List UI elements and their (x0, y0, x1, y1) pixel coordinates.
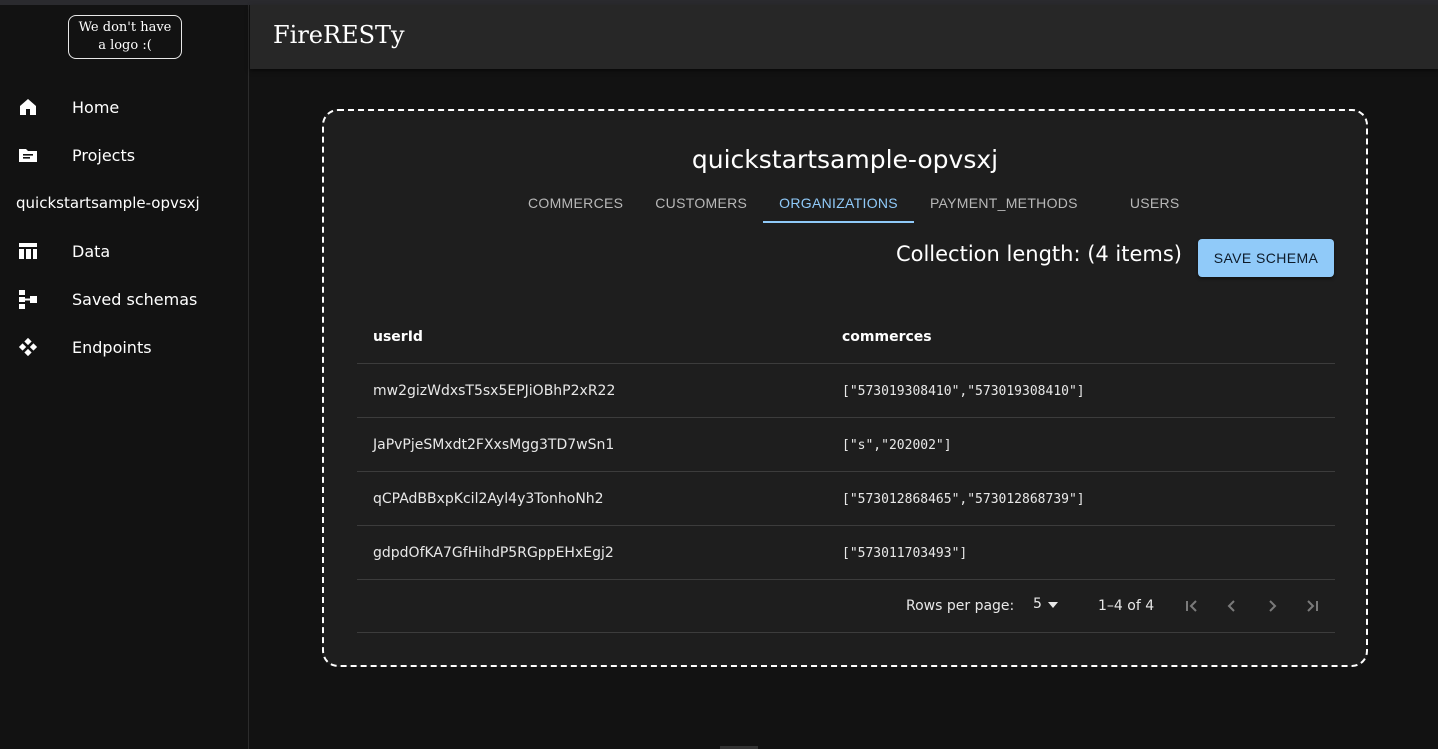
table-row[interactable]: qCPAdBBxpKcil2Ayl4y3TonhoNh2 ["573012868… (357, 472, 1335, 526)
sidebar-item-projects[interactable]: Projects (0, 131, 249, 179)
app-title: FireRESTy (273, 21, 405, 49)
cell-userid: JaPvPjeSMxdt2FXxsMgg3TD7wSn1 (373, 437, 615, 453)
cell-commerces: ["573019308410","573019308410"] (842, 383, 1085, 399)
collection-length: Collection length: (4 items) (895, 242, 1182, 266)
logo-line-1: We don't have (78, 20, 172, 35)
column-header-commerces[interactable]: commerces (842, 310, 932, 364)
cell-commerces: ["s","202002"] (842, 437, 952, 453)
first-page-icon[interactable] (1181, 595, 1203, 617)
table-pagination: Rows per page: 5 1–4 of 4 (357, 580, 1335, 633)
tab-payment-methods[interactable]: PAYMENT_METHODS (914, 183, 1094, 223)
tab-users[interactable]: USERS (1094, 183, 1196, 223)
column-header-userid[interactable]: userId (373, 310, 423, 364)
sidebar-item-saved-schemas[interactable]: Saved schemas (0, 275, 249, 323)
cell-userid: gdpdOfKA7GfHihdP5RGppEHxEgj2 (373, 545, 614, 561)
tab-organizations[interactable]: ORGANIZATIONS (763, 183, 914, 223)
caret-down-icon (1047, 596, 1058, 612)
sidebar-project-label: quickstartsample-opvsxj (16, 194, 200, 212)
sidebar-item-label: Data (72, 241, 111, 261)
last-page-icon[interactable] (1301, 595, 1323, 617)
sidebar-item-home[interactable]: Home (0, 83, 249, 131)
table-row[interactable]: mw2gizWdxsT5sx5EPJiOBhP2xR22 ["573019308… (357, 364, 1335, 418)
tab-commerces[interactable]: COMMERCES (512, 183, 639, 223)
page-title: quickstartsample-opvsxj (691, 145, 999, 174)
sidebar-item-endpoints[interactable]: Endpoints (0, 323, 249, 371)
rows-per-page-label: Rows per page: (906, 598, 1015, 614)
next-page-icon[interactable] (1261, 595, 1283, 617)
collection-tabs: COMMERCES CUSTOMERS ORGANIZATIONS PAYMEN… (512, 183, 1196, 223)
rows-per-page-value: 5 (1033, 596, 1042, 612)
logo-line-2: a logo :( (98, 38, 152, 53)
schema-icon (18, 289, 38, 309)
data-table: userId commerces mw2gizWdxsT5sx5EPJiOBhP… (357, 310, 1335, 633)
table-header-row: userId commerces (357, 310, 1335, 364)
home-icon (18, 97, 38, 117)
sidebar-item-current-project[interactable]: quickstartsample-opvsxj (0, 179, 249, 227)
folder-icon (18, 145, 38, 165)
save-schema-button[interactable]: SAVE SCHEMA (1198, 239, 1334, 277)
sidebar: We don't have a logo :( Home Projects qu… (0, 5, 249, 749)
cell-commerces: ["573012868465","573012868739"] (842, 491, 1085, 507)
table-row[interactable]: gdpdOfKA7GfHihdP5RGppEHxEgj2 ["573011703… (357, 526, 1335, 580)
sidebar-item-data[interactable]: Data (0, 227, 249, 275)
table-row[interactable]: JaPvPjeSMxdt2FXxsMgg3TD7wSn1 ["s","20200… (357, 418, 1335, 472)
rows-per-page-select[interactable]: 5 (1033, 596, 1058, 612)
sidebar-item-label: Projects (72, 145, 136, 165)
sidebar-item-label: Endpoints (72, 337, 152, 357)
cell-userid: mw2gizWdxsT5sx5EPJiOBhP2xR22 (373, 383, 616, 399)
collection-card: quickstartsample-opvsxj COMMERCES CUSTOM… (322, 109, 1368, 667)
sidebar-item-label: Home (72, 97, 120, 117)
pagination-range: 1–4 of 4 (1098, 598, 1155, 614)
app-header: FireRESTy (250, 5, 1438, 69)
cell-userid: qCPAdBBxpKcil2Ayl4y3TonhoNh2 (373, 491, 604, 507)
logo: We don't have a logo :( (68, 15, 182, 59)
cell-commerces: ["573011703493"] (842, 545, 968, 561)
endpoints-icon (18, 337, 38, 357)
previous-page-icon[interactable] (1221, 595, 1243, 617)
table-icon (18, 241, 38, 261)
tab-customers[interactable]: CUSTOMERS (639, 183, 763, 223)
sidebar-item-label: Saved schemas (72, 289, 198, 309)
